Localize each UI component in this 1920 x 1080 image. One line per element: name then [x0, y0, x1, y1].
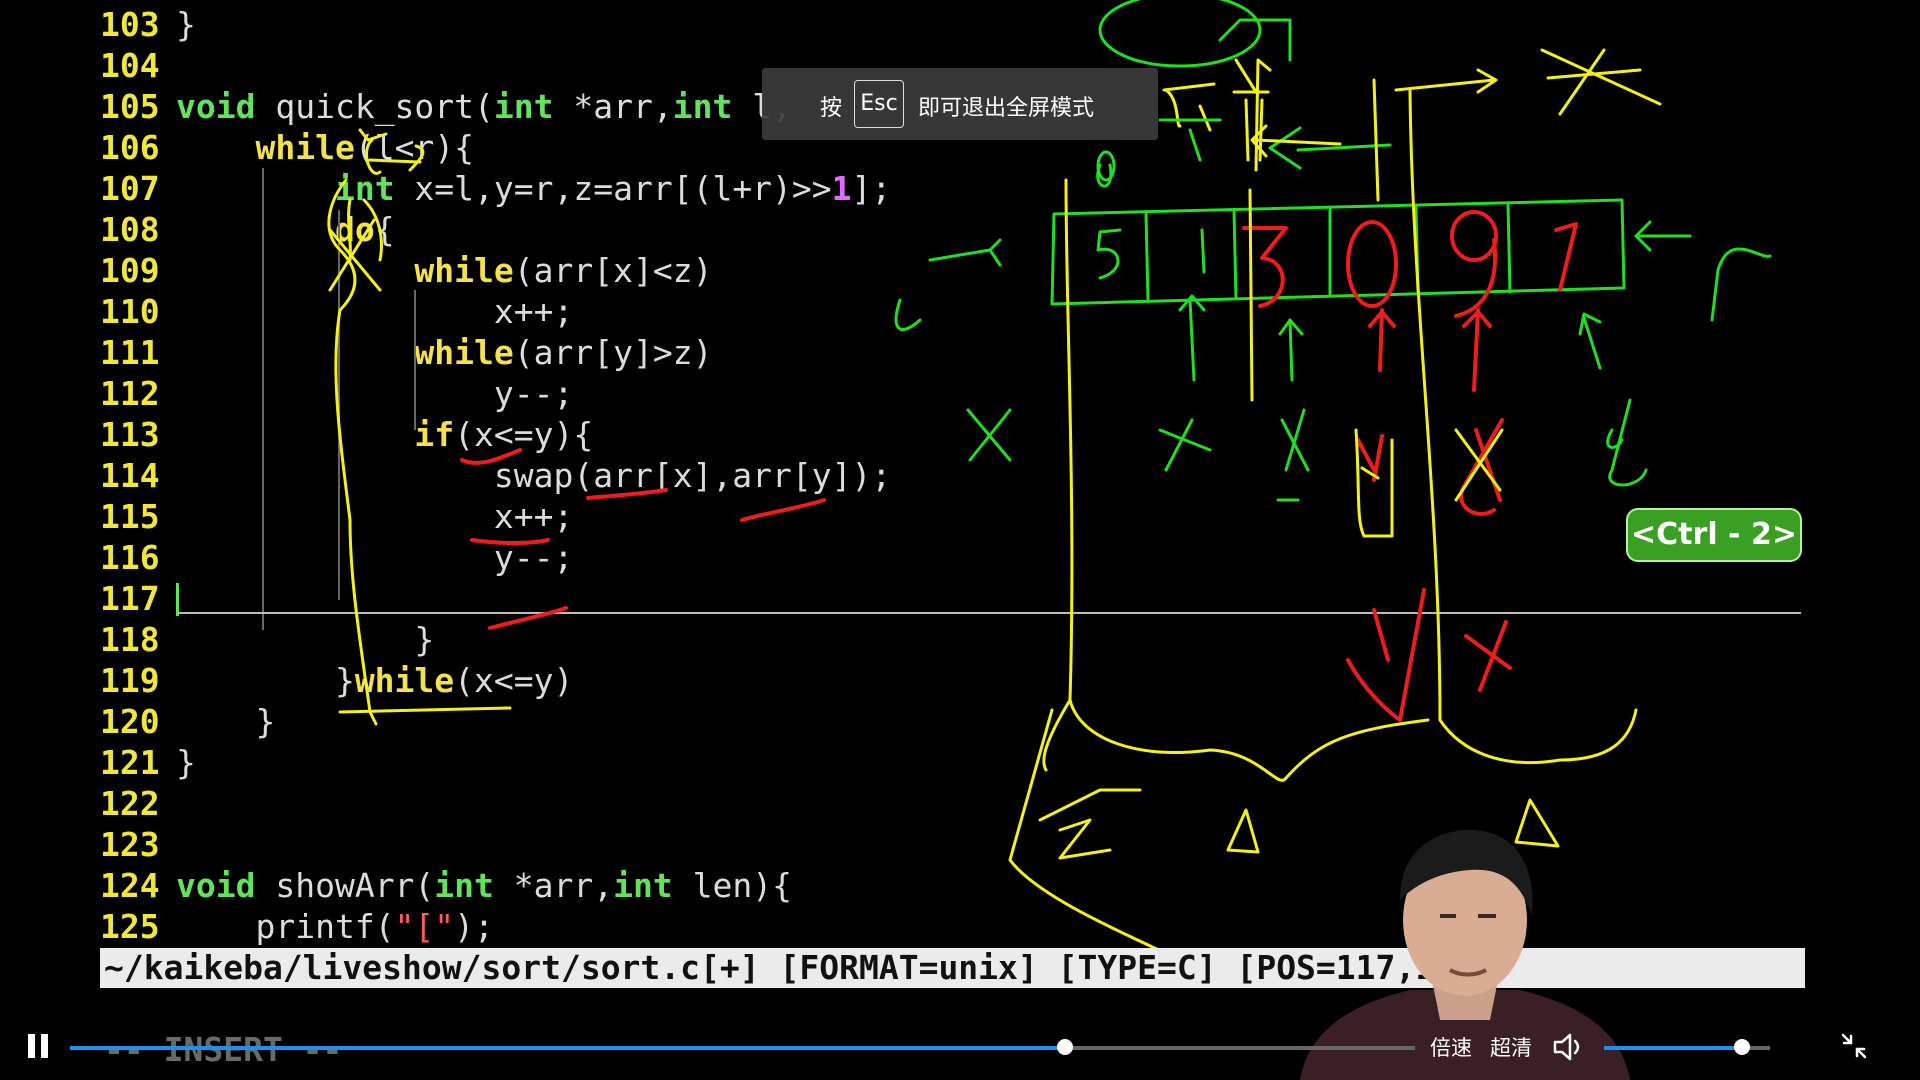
shortcut-badge: <Ctrl - 2> [1626, 508, 1802, 562]
volume-slider[interactable] [1604, 1039, 1770, 1055]
fullscreen-exit-toast: 按 Esc 即可退出全屏模式 [762, 68, 1158, 140]
toast-text-after: 即可退出全屏模式 [918, 96, 1095, 121]
progress-fill [70, 1046, 1066, 1050]
volume-fill [1604, 1046, 1742, 1050]
pause-button[interactable] [26, 1034, 52, 1060]
quality-button[interactable]: 超清 [1490, 1032, 1532, 1062]
volume-icon[interactable] [1552, 1032, 1586, 1062]
volume-handle[interactable] [1733, 1039, 1750, 1055]
progress-handle[interactable] [1057, 1039, 1074, 1055]
video-player-controls: 倍速 超清 [0, 1010, 1920, 1080]
progress-bar[interactable] [70, 1039, 1415, 1055]
esc-key-hint: Esc [854, 80, 904, 128]
array-box [1050, 198, 1626, 306]
toast-text-before: 按 [820, 96, 843, 121]
speed-button[interactable]: 倍速 [1430, 1032, 1472, 1062]
exit-fullscreen-icon[interactable] [1840, 1032, 1868, 1060]
